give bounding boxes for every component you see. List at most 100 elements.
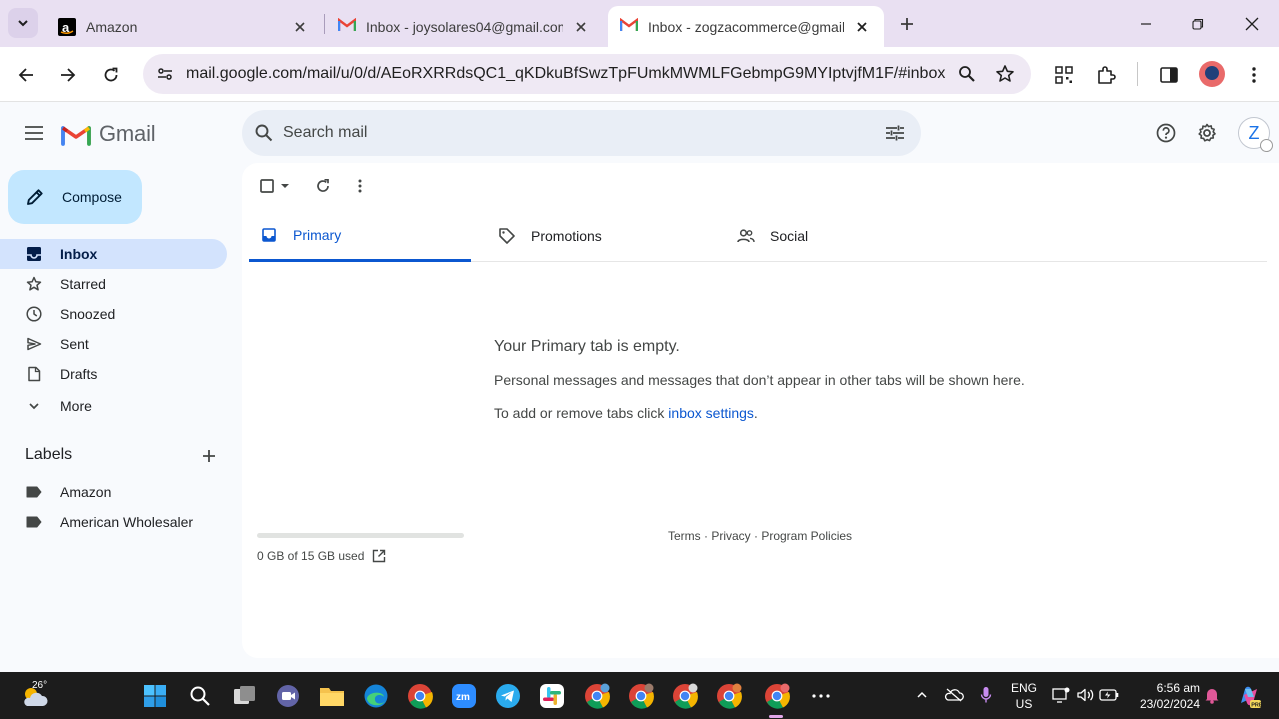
minimize-button[interactable] xyxy=(1120,0,1172,47)
pencil-icon xyxy=(24,186,46,208)
taskbar-app-chrome-profile-4[interactable] xyxy=(714,681,744,711)
compose-button[interactable]: Compose xyxy=(8,170,142,224)
taskbar-app-zoom[interactable]: zm xyxy=(449,681,479,711)
select-checkbox[interactable] xyxy=(258,175,292,197)
clock-icon xyxy=(25,305,43,323)
sidebar-item-inbox[interactable]: Inbox xyxy=(0,239,227,269)
taskbar-search-button[interactable] xyxy=(185,681,215,711)
sidebar-item-label: Inbox xyxy=(60,246,98,262)
close-icon[interactable] xyxy=(571,17,591,37)
sidebar-item-more[interactable]: More xyxy=(0,391,227,421)
labels-heading: Labels xyxy=(25,446,73,463)
qr-code-icon[interactable] xyxy=(1048,59,1080,91)
taskbar-app-chrome-profile-1[interactable] xyxy=(582,681,612,711)
close-icon[interactable] xyxy=(852,17,872,37)
support-button[interactable] xyxy=(1151,118,1181,148)
task-view-button[interactable] xyxy=(230,681,260,711)
taskbar-overflow-button[interactable] xyxy=(806,681,836,711)
taskbar-app-chrome-profile-3[interactable] xyxy=(670,681,700,711)
site-info-button[interactable] xyxy=(151,60,179,88)
label-tag-icon xyxy=(25,483,43,501)
onedrive-icon[interactable] xyxy=(943,684,965,706)
search-bar[interactable] xyxy=(242,110,921,156)
settings-button[interactable] xyxy=(1192,118,1222,148)
battery-icon[interactable] xyxy=(1098,684,1120,706)
new-tab-button[interactable] xyxy=(893,10,921,38)
volume-icon[interactable] xyxy=(1074,684,1096,706)
browser-tab-inbox-zogzacommerce[interactable]: Inbox - zogzacommerce@gmail.com xyxy=(608,6,884,47)
taskbar-app-chrome-profile-2[interactable] xyxy=(626,681,656,711)
storage-usage-text: 0 GB of 15 GB used xyxy=(257,549,365,563)
close-icon[interactable] xyxy=(290,17,310,37)
reload-icon xyxy=(104,67,118,82)
search-input[interactable] xyxy=(283,122,863,144)
back-button[interactable] xyxy=(10,59,42,91)
sidebar-item-label: More xyxy=(60,398,92,414)
main-menu-button[interactable] xyxy=(18,117,50,149)
sidebar-item-starred[interactable]: Starred xyxy=(0,269,227,299)
create-label-button[interactable] xyxy=(197,444,221,468)
video-chat-icon xyxy=(277,685,299,707)
gmail-icon xyxy=(619,17,639,36)
side-panel-icon[interactable] xyxy=(1153,59,1185,91)
tab-search-button[interactable] xyxy=(8,8,38,38)
sidebar-item-snoozed[interactable]: Snoozed xyxy=(0,299,227,329)
taskbar-app-telegram[interactable] xyxy=(493,681,523,711)
checkbox-icon xyxy=(260,179,274,193)
taskbar-app-chrome[interactable] xyxy=(405,681,435,711)
browser-tab-inbox-joysolares[interactable]: Inbox - joysolares04@gmail.com xyxy=(326,6,603,47)
inbox-settings-link[interactable]: inbox settings xyxy=(668,405,754,421)
browser-tab-amazon[interactable]: a Amazon xyxy=(46,6,322,47)
open-in-new-icon[interactable] xyxy=(371,548,387,564)
google-account-avatar[interactable]: Z xyxy=(1238,117,1273,152)
show-hidden-icons-button[interactable] xyxy=(911,684,933,706)
tab-promotions[interactable]: Promotions xyxy=(487,210,709,262)
sidebar-item-drafts[interactable]: Drafts xyxy=(0,359,227,389)
minimize-icon xyxy=(1141,22,1151,25)
refresh-icon xyxy=(317,179,329,192)
windows-start-button[interactable] xyxy=(140,681,170,711)
extensions-puzzle-icon[interactable] xyxy=(1090,59,1122,91)
sidebar-label-american-wholesaler[interactable]: American Wholesaler xyxy=(0,507,227,537)
system-clock[interactable]: 6:56 am 23/02/2024 xyxy=(1132,680,1200,712)
browser-profile-avatar[interactable] xyxy=(1199,61,1225,87)
restore-button[interactable] xyxy=(1172,0,1224,47)
network-icon[interactable] xyxy=(1050,684,1072,706)
sidebar-label-amazon[interactable]: Amazon xyxy=(0,477,227,507)
taskbar-app-chrome-active[interactable] xyxy=(762,681,792,711)
sidebar-item-sent[interactable]: Sent xyxy=(0,329,227,359)
search-options-button[interactable] xyxy=(882,121,908,145)
footer-links[interactable]: Terms · Privacy · Program Policies xyxy=(668,529,852,543)
storage-usage-bar xyxy=(257,533,464,538)
address-bar[interactable]: mail.google.com/mail/u/0/d/AEoRXRRdsQC1_… xyxy=(143,54,1031,94)
gmail-logo[interactable]: Gmail xyxy=(61,121,156,147)
reload-button[interactable] xyxy=(95,59,127,91)
input-language-indicator[interactable]: ENG US xyxy=(1010,680,1038,712)
more-actions-button[interactable] xyxy=(350,175,370,197)
taskbar-app-slack[interactable] xyxy=(537,681,567,711)
refresh-button[interactable] xyxy=(312,175,334,197)
tab-label: Promotions xyxy=(531,228,602,244)
browser-menu-button[interactable] xyxy=(1238,59,1270,91)
tab-social[interactable]: Social xyxy=(726,210,948,262)
zoom-icon[interactable] xyxy=(953,60,981,88)
forward-button[interactable] xyxy=(52,59,84,91)
telegram-icon xyxy=(496,684,520,708)
url-text[interactable]: mail.google.com/mail/u/0/d/AEoRXRRdsQC1_… xyxy=(186,65,951,83)
microphone-icon[interactable] xyxy=(975,684,997,706)
copilot-icon[interactable]: PRE xyxy=(1236,683,1262,709)
taskbar-app-edge[interactable] xyxy=(361,681,391,711)
bookmark-star-icon[interactable] xyxy=(991,60,1019,88)
search-icon[interactable] xyxy=(252,121,276,145)
taskbar-app-file-explorer[interactable] xyxy=(317,681,347,711)
gmail-icon xyxy=(61,125,91,146)
tab-primary[interactable]: Primary xyxy=(249,210,471,262)
tab-label: Social xyxy=(770,228,809,244)
language-code: ENG xyxy=(1010,681,1037,695)
sidebar-item-label: American Wholesaler xyxy=(60,514,194,530)
browser-tab-strip: a Amazon Inbox - joysolares04@gmail.com … xyxy=(0,0,1279,47)
sidebar-item-label: Amazon xyxy=(60,484,112,500)
close-window-button[interactable] xyxy=(1226,0,1278,47)
notification-bell-icon[interactable] xyxy=(1201,684,1223,706)
taskbar-app-teams[interactable] xyxy=(273,681,303,711)
